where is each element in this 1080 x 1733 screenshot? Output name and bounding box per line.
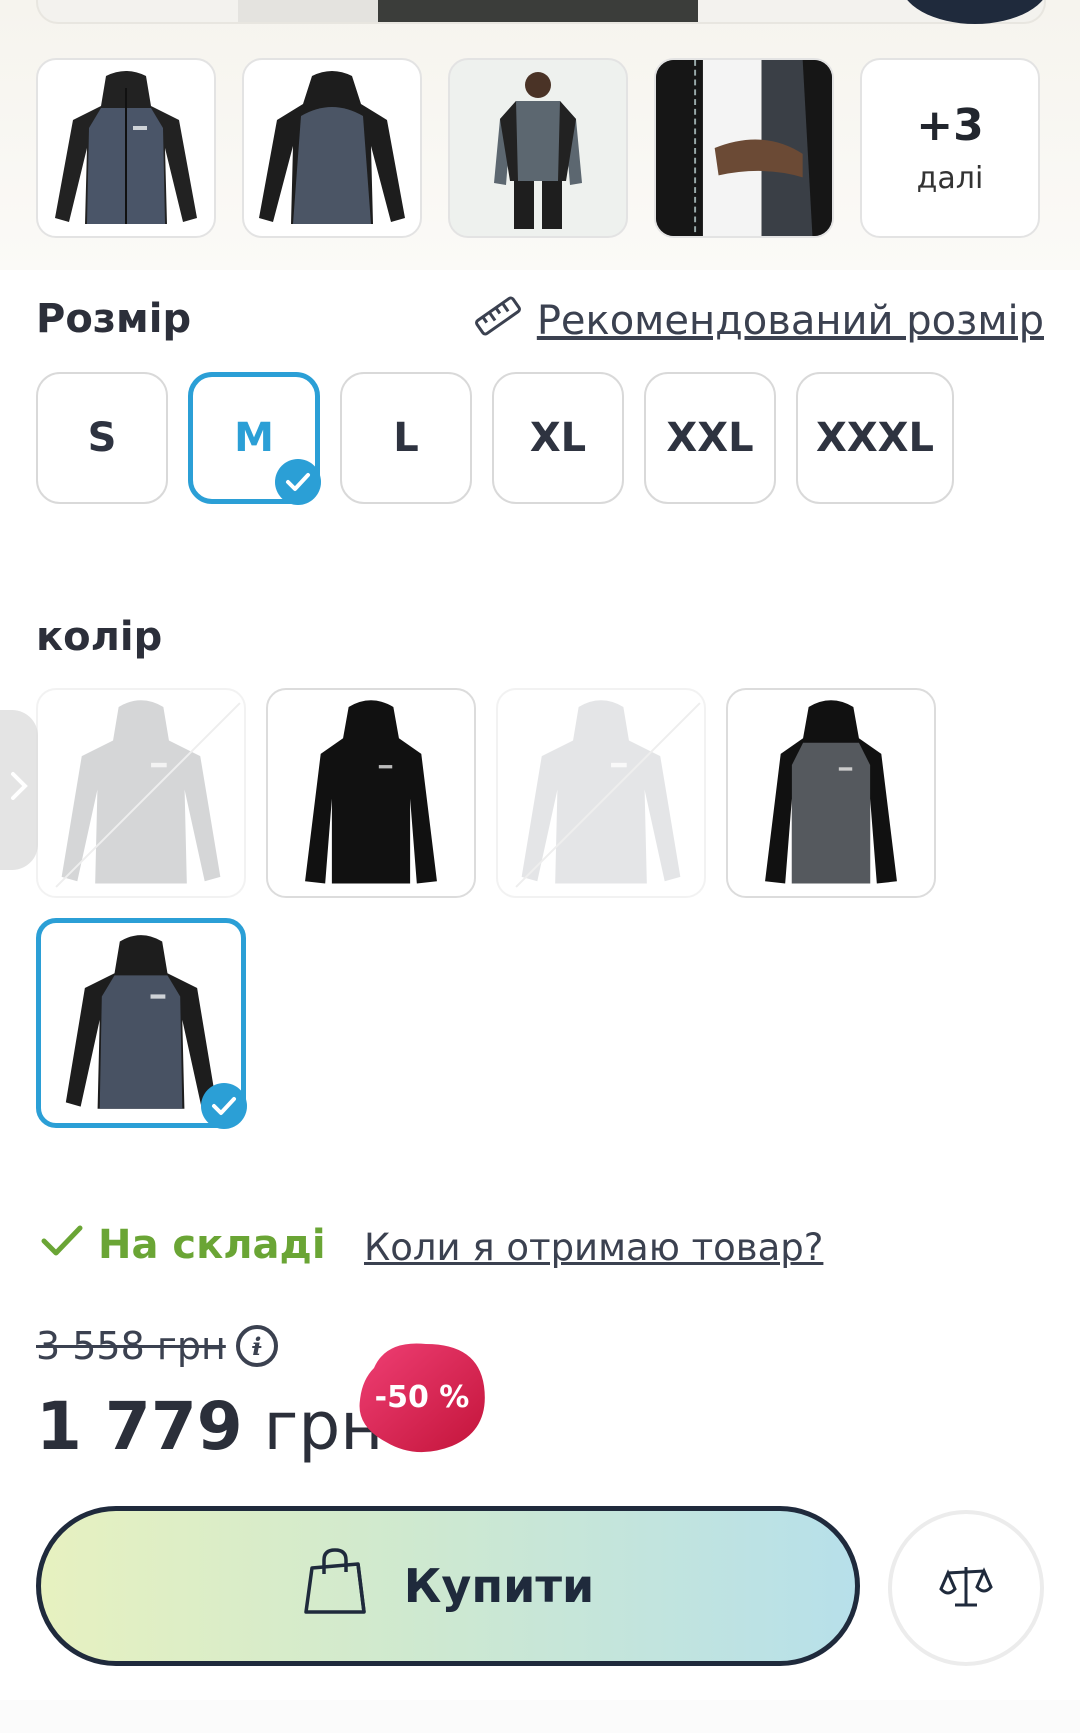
check-icon	[40, 1222, 84, 1268]
stock-status: На складі	[40, 1222, 326, 1268]
thumbnail-front[interactable]	[36, 58, 216, 238]
size-title: Розмір	[36, 296, 192, 342]
size-option-xxxl[interactable]: XXXL	[796, 372, 955, 504]
size-option-xxl[interactable]: XXL	[644, 372, 776, 504]
old-price-value: 3 558 грн	[36, 1324, 226, 1368]
thumbnail-back[interactable]	[242, 58, 422, 238]
color-title: колір	[36, 614, 163, 660]
jacket-india-grey-image	[65, 935, 217, 1109]
jacket-light-grey-image	[521, 700, 681, 884]
color-option-black[interactable]	[266, 688, 476, 898]
color-option-seal-grey[interactable]	[726, 688, 936, 898]
size-label: XXXL	[816, 415, 935, 461]
size-label: L	[393, 415, 419, 461]
color-option-grey[interactable]	[36, 688, 246, 898]
ruler-icon	[473, 296, 523, 346]
delivery-info-link[interactable]: Коли я отримаю товар?	[364, 1226, 823, 1269]
check-icon	[275, 459, 321, 505]
color-option-india-grey[interactable]	[36, 918, 247, 1129]
main-product-photo[interactable]	[36, 0, 1046, 24]
size-options: S M L XL XXL XXXL	[36, 372, 955, 505]
size-label: XXL	[666, 415, 754, 461]
old-price: 3 558 грн i	[36, 1324, 278, 1368]
chevron-right-icon	[10, 770, 28, 810]
thumbnail-more[interactable]: +3 далі	[860, 58, 1040, 238]
jacket-seal-grey-image	[765, 700, 897, 884]
buy-button[interactable]: Купити	[36, 1506, 860, 1666]
jacket-back-image	[259, 71, 405, 224]
shopping-bag-icon	[302, 1546, 368, 1627]
size-label: XL	[529, 415, 587, 461]
discount-label: -50 %	[374, 1379, 470, 1415]
side-panel-tab[interactable]	[0, 710, 38, 870]
size-option-s[interactable]: S	[36, 372, 168, 504]
size-label: M	[234, 415, 274, 461]
size-option-xl[interactable]: XL	[492, 372, 624, 504]
buy-label: Купити	[403, 1559, 595, 1613]
size-label: S	[87, 415, 117, 461]
current-price: 1 779 грн	[36, 1388, 383, 1465]
info-icon[interactable]: i	[235, 1325, 278, 1367]
jacket-grey-image	[61, 700, 221, 884]
stock-label: На складі	[98, 1222, 326, 1268]
thumbnail-detail[interactable]	[654, 58, 834, 238]
check-icon	[201, 1083, 247, 1129]
detail-photo-image	[656, 60, 832, 236]
thumbnail-model[interactable]	[448, 58, 628, 238]
more-count: +3	[916, 100, 984, 151]
size-option-l[interactable]: L	[340, 372, 472, 504]
scale-icon	[939, 1561, 993, 1615]
jacket-front-image	[55, 71, 197, 224]
model-photo-image	[494, 72, 582, 229]
thumbnail-strip: +3 далі	[36, 58, 1040, 238]
current-price-amount: 1 779	[36, 1388, 243, 1465]
size-option-m[interactable]: M	[188, 372, 321, 505]
discount-badge: -50 %	[356, 1338, 488, 1456]
recommended-size-label: Рекомендований розмір	[536, 298, 1044, 344]
bottom-edge	[0, 1700, 1080, 1733]
more-label: далі	[916, 161, 984, 196]
recommended-size-link[interactable]: Рекомендований розмір	[473, 296, 1044, 346]
compare-button[interactable]	[888, 1510, 1044, 1666]
color-options	[36, 688, 976, 1129]
color-option-light-grey[interactable]	[496, 688, 706, 898]
jacket-black-image	[305, 700, 437, 884]
